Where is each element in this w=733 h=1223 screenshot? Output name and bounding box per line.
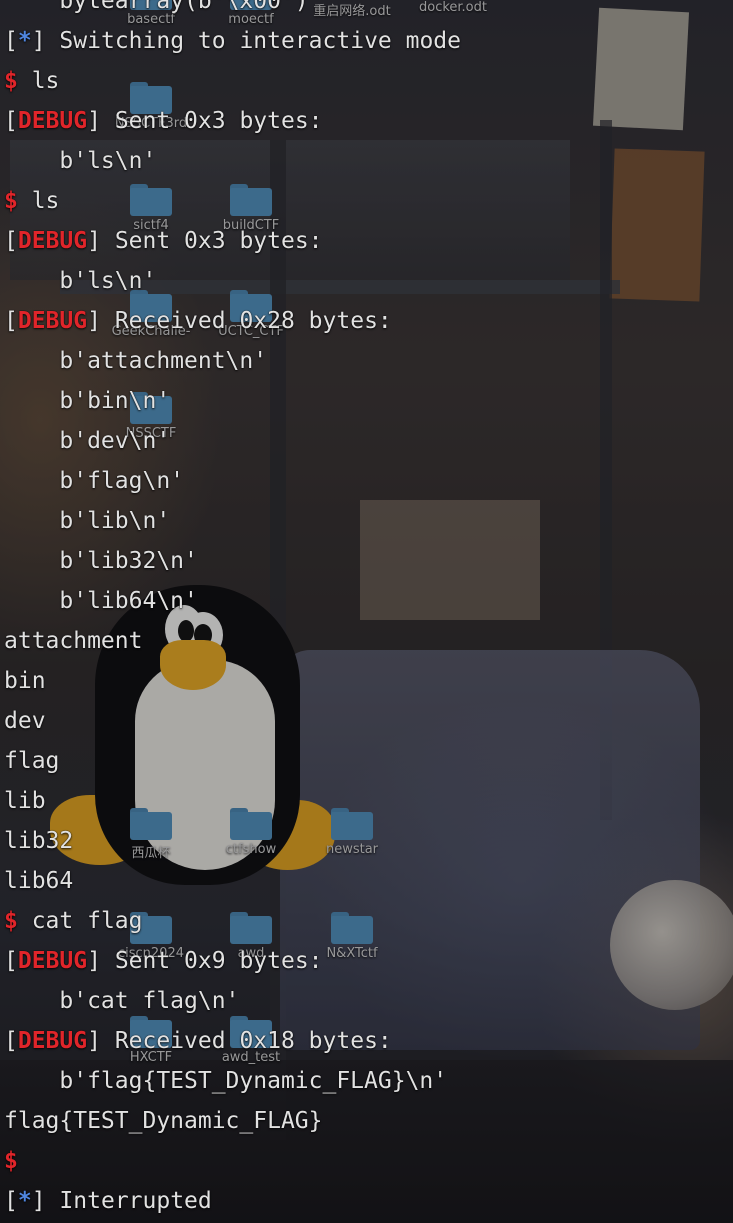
terminal-line: attachment: [4, 621, 461, 661]
terminal-line: b'lib\n': [4, 501, 461, 541]
bracket: [: [4, 108, 18, 134]
terminal-line: lib64: [4, 861, 461, 901]
terminal-text: ls: [17, 68, 60, 94]
bracket: ]: [87, 308, 101, 334]
command-line: $ cat flag: [4, 901, 461, 941]
terminal-text: attachment: [4, 628, 143, 654]
terminal-line: b'ls\n': [4, 261, 461, 301]
terminal-line: flag{TEST_Dynamic_FLAG}: [4, 1101, 461, 1141]
bracket: ]: [87, 1028, 101, 1054]
shell-prompt: $: [4, 908, 18, 934]
terminal-line: bin: [4, 661, 461, 701]
bracket: ]: [87, 108, 101, 134]
shell-prompt: $: [4, 188, 18, 214]
debug-tag: DEBUG: [17, 108, 88, 134]
bracket: [: [4, 28, 18, 54]
terminal-text: b'flag{TEST_Dynamic_FLAG}\n': [4, 1068, 448, 1094]
terminal-text: ls: [17, 188, 60, 214]
terminal-text: bytearray(b'\x00'): [4, 0, 309, 14]
terminal-line: lib: [4, 781, 461, 821]
bracket: ]: [31, 1188, 46, 1214]
command-line: $ ls: [4, 181, 461, 221]
terminal-line: [*] Switching to interactive mode: [4, 21, 461, 61]
terminal-text: Received 0x18 bytes:: [100, 1028, 392, 1054]
terminal-line: [DEBUG] Received 0x18 bytes:: [4, 1021, 461, 1061]
terminal-text: lib32: [4, 828, 74, 854]
terminal-line: b'bin\n': [4, 381, 461, 421]
bracket: [: [4, 1188, 18, 1214]
terminal-line: [DEBUG] Sent 0x3 bytes:: [4, 101, 461, 141]
terminal-line: b'cat flag\n': [4, 981, 461, 1021]
terminal-output: bytearray(b'\x00') [*] Switching to inter…: [4, 0, 461, 1221]
terminal-text: dev: [4, 708, 46, 734]
bracket: [: [4, 1028, 18, 1054]
terminal-text: bin: [4, 668, 46, 694]
info-tag: *: [17, 1188, 32, 1214]
terminal-text: b'ls\n': [4, 148, 157, 174]
bracket: ]: [87, 948, 101, 974]
terminal-text: b'lib32\n': [4, 548, 198, 574]
terminal-text: b'ls\n': [4, 268, 157, 294]
terminal-window[interactable]: bytearray(b'\x00') [*] Switching to inter…: [0, 0, 733, 1223]
terminal-text: flag{TEST_Dynamic_FLAG}: [4, 1108, 323, 1134]
terminal-text: b'lib64\n': [4, 588, 198, 614]
terminal-text: Sent 0x3 bytes:: [100, 228, 323, 254]
command-line: $ ls: [4, 61, 461, 101]
terminal-text: b'cat flag\n': [4, 988, 240, 1014]
terminal-line: b'dev\n': [4, 421, 461, 461]
terminal-text: Sent 0x3 bytes:: [100, 108, 323, 134]
terminal-line: b'lib32\n': [4, 541, 461, 581]
terminal-line: b'lib64\n': [4, 581, 461, 621]
terminal-line: [*] Interrupted: [4, 1181, 461, 1221]
info-tag: *: [17, 28, 32, 54]
terminal-line: flag: [4, 741, 461, 781]
shell-prompt: $: [4, 1148, 18, 1174]
terminal-text: cat flag: [17, 908, 143, 934]
terminal-line: bytearray(b'\x00'): [4, 0, 461, 21]
terminal-text: lib: [4, 788, 46, 814]
bracket: ]: [87, 228, 101, 254]
bracket: [: [4, 228, 18, 254]
command-line: $: [4, 1141, 461, 1181]
terminal-line: lib32: [4, 821, 461, 861]
terminal-text: b'lib\n': [4, 508, 171, 534]
terminal-line: b'ls\n': [4, 141, 461, 181]
terminal-text: b'bin\n': [4, 388, 171, 414]
debug-tag: DEBUG: [17, 228, 88, 254]
bracket: ]: [31, 28, 46, 54]
terminal-text: b'flag\n': [4, 468, 185, 494]
debug-tag: DEBUG: [17, 1028, 88, 1054]
terminal-text: b'dev\n': [4, 428, 171, 454]
terminal-text: Switching to interactive mode: [45, 28, 461, 54]
debug-tag: DEBUG: [17, 308, 88, 334]
terminal-text: Interrupted: [45, 1188, 212, 1214]
terminal-text: b'attachment\n': [4, 348, 268, 374]
bracket: [: [4, 948, 18, 974]
terminal-line: dev: [4, 701, 461, 741]
debug-tag: DEBUG: [17, 948, 88, 974]
terminal-text: lib64: [4, 868, 74, 894]
terminal-line: b'flag\n': [4, 461, 461, 501]
bracket: [: [4, 308, 18, 334]
shell-prompt: $: [4, 68, 18, 94]
terminal-line: b'attachment\n': [4, 341, 461, 381]
terminal-text: Sent 0x9 bytes:: [100, 948, 323, 974]
terminal-text: flag: [4, 748, 60, 774]
terminal-line: [DEBUG] Sent 0x9 bytes:: [4, 941, 461, 981]
terminal-line: b'flag{TEST_Dynamic_FLAG}\n': [4, 1061, 461, 1101]
terminal-line: [DEBUG] Sent 0x3 bytes:: [4, 221, 461, 261]
terminal-line: [DEBUG] Received 0x28 bytes:: [4, 301, 461, 341]
terminal-text: Received 0x28 bytes:: [100, 308, 392, 334]
